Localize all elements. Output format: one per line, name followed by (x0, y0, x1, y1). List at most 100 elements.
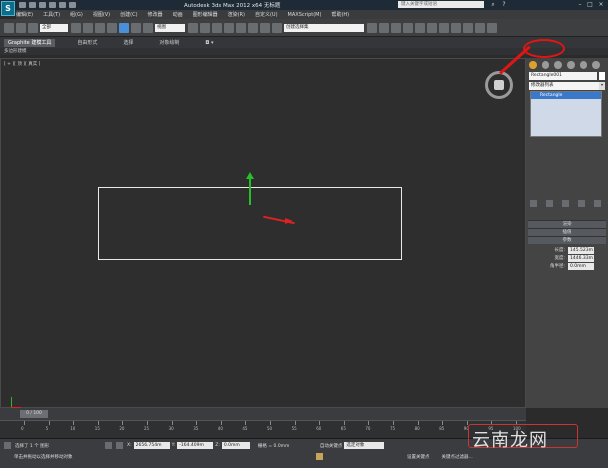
y-coord-field[interactable]: -164.409m (177, 442, 214, 449)
track-bar[interactable]: 0 5 10 15 20 25 30 35 40 45 50 55 60 65 70 75 80 85 90 95 10… (0, 420, 526, 438)
width-field[interactable]: 1446.33m (568, 254, 594, 262)
move-gizmo-x-arrow-icon[interactable] (285, 218, 293, 224)
open-file-icon[interactable] (29, 2, 36, 8)
menu-maxscript[interactable]: MAXScript(M) (288, 12, 322, 18)
motion-tab-icon[interactable] (567, 61, 575, 69)
set-key-label[interactable]: 设置关键点 (407, 454, 430, 460)
stack-item-rectangle[interactable]: Rectangle (531, 92, 601, 99)
help-icon[interactable]: ? (500, 1, 508, 8)
menu-modifiers[interactable]: 修改器 (148, 11, 163, 18)
selected-object-dropdown[interactable]: 选定对象 (344, 442, 385, 449)
corner-radius-field[interactable]: 0.0mm (568, 262, 594, 270)
maximize-icon[interactable]: □ (586, 1, 594, 8)
menu-create[interactable]: 创建(C) (120, 11, 137, 18)
ribbon-options-icon[interactable]: ◘ ▾ (201, 39, 217, 47)
configure-sets-icon[interactable] (594, 200, 601, 207)
search-input[interactable]: 键入关键字或短语 (398, 1, 484, 8)
add-time-tag-icon[interactable] (316, 453, 323, 460)
absolute-mode-icon[interactable] (116, 442, 123, 449)
undo-tool-icon[interactable] (4, 22, 14, 33)
new-file-icon[interactable] (19, 2, 26, 8)
menu-customize[interactable]: 自定义(U) (255, 11, 278, 18)
selection-filter-dropdown[interactable]: 全部 (40, 23, 68, 32)
window-crossing-icon[interactable] (107, 22, 117, 33)
select-by-name-icon[interactable] (83, 22, 93, 33)
menu-rendering[interactable]: 渲染(R) (228, 11, 245, 18)
create-tab-icon[interactable] (529, 61, 537, 69)
rendered-frame-icon[interactable] (463, 22, 473, 33)
tab-graphite-modeling[interactable]: Graphite 建模工具 (4, 39, 56, 47)
redo-icon[interactable] (59, 2, 66, 8)
keyboard-shortcut-icon[interactable] (212, 22, 222, 33)
select-object-icon[interactable] (71, 22, 81, 33)
snap-toggle-icon[interactable] (224, 22, 234, 33)
menu-views[interactable]: 视图(V) (93, 11, 110, 18)
mirror-icon[interactable] (367, 22, 377, 33)
menu-help[interactable]: 帮助(H) (331, 11, 349, 18)
named-selection-sets-dropdown[interactable]: 创建选择集 (284, 23, 364, 32)
select-rotate-icon[interactable] (131, 22, 141, 33)
layer-manager-icon[interactable] (391, 22, 401, 33)
redo-tool-icon[interactable] (16, 22, 26, 33)
link-icon[interactable] (28, 22, 38, 33)
rollout-interpolation[interactable]: 插值 (528, 228, 606, 236)
spinner-snap-icon[interactable] (260, 22, 270, 33)
viewcube-face-icon[interactable] (494, 80, 504, 90)
key-filters-button[interactable]: 关键点过滤器... (442, 454, 473, 460)
rollout-rendering[interactable]: 渲染 (528, 220, 606, 228)
align-icon[interactable] (379, 22, 389, 33)
pin-stack-icon[interactable] (530, 200, 537, 207)
modifier-list-dropdown[interactable]: 修改器列表 (529, 82, 599, 90)
utilities-tab-icon[interactable] (592, 61, 601, 69)
minimize-icon[interactable]: – (576, 1, 584, 8)
time-slider-track[interactable]: 0 / 100 (0, 408, 526, 420)
render-production-icon[interactable] (475, 22, 485, 33)
modify-tab-icon[interactable] (541, 61, 550, 69)
rollout-parameters[interactable]: 参数 (528, 236, 606, 244)
remove-modifier-icon[interactable] (578, 200, 585, 207)
maxscript-listener-icon[interactable] (4, 442, 11, 449)
material-editor-icon[interactable] (439, 22, 449, 33)
show-end-result-icon[interactable] (546, 200, 553, 207)
hold-icon[interactable] (69, 2, 76, 8)
menu-edit[interactable]: 编辑(E) (16, 11, 33, 18)
length-field[interactable]: 145.523m (568, 246, 594, 254)
render-setup-icon[interactable] (451, 22, 461, 33)
undo-icon[interactable] (49, 2, 56, 8)
modifier-list-arrow-icon[interactable]: ▾ (599, 82, 605, 90)
tab-freeform[interactable]: 自由形式 (73, 39, 101, 47)
pivot-center-icon[interactable] (188, 22, 198, 33)
graphite-toggle-icon[interactable] (403, 22, 413, 33)
move-gizmo-y-arrow-icon[interactable] (246, 172, 254, 179)
curve-editor-icon[interactable] (415, 22, 425, 33)
viewport-label[interactable]: [ + ][ 顶 ][ 真实 ] (4, 61, 40, 67)
render-teapot-icon[interactable] (487, 22, 497, 33)
display-tab-icon[interactable] (579, 61, 588, 69)
reference-coord-dropdown[interactable]: 视图 (155, 23, 185, 32)
save-icon[interactable] (39, 2, 46, 8)
move-gizmo-y-axis[interactable] (249, 177, 251, 205)
angle-snap-icon[interactable] (236, 22, 246, 33)
percent-snap-icon[interactable] (248, 22, 258, 33)
tab-selection[interactable]: 选择 (119, 39, 137, 47)
viewport-top[interactable]: [ + ][ 顶 ][ 真实 ] (0, 58, 526, 408)
lock-selection-icon[interactable] (105, 442, 112, 449)
menu-group[interactable]: 组(G) (70, 11, 83, 18)
select-manipulate-icon[interactable] (200, 22, 210, 33)
object-name-field[interactable]: Rectangle001 (529, 72, 597, 80)
select-scale-icon[interactable] (143, 22, 153, 33)
x-coord-field[interactable]: 2656.754m (133, 442, 170, 449)
menu-tools[interactable]: 工具(T) (43, 11, 60, 18)
object-color-swatch[interactable] (599, 72, 605, 80)
menu-animation[interactable]: 动画 (173, 11, 183, 18)
close-icon[interactable]: × (597, 1, 605, 8)
select-move-icon[interactable] (119, 22, 129, 33)
app-logo[interactable]: S (1, 1, 15, 16)
edit-named-selection-icon[interactable] (272, 22, 282, 33)
schematic-view-icon[interactable] (427, 22, 437, 33)
rect-select-region-icon[interactable] (95, 22, 105, 33)
ribbon-panel-label[interactable]: 多边形建模 (0, 48, 608, 55)
time-slider[interactable]: 0 / 100 (20, 410, 48, 418)
search-icon[interactable]: ⌕ (489, 1, 497, 8)
tab-object-paint[interactable]: 对象绘制 (155, 39, 183, 47)
